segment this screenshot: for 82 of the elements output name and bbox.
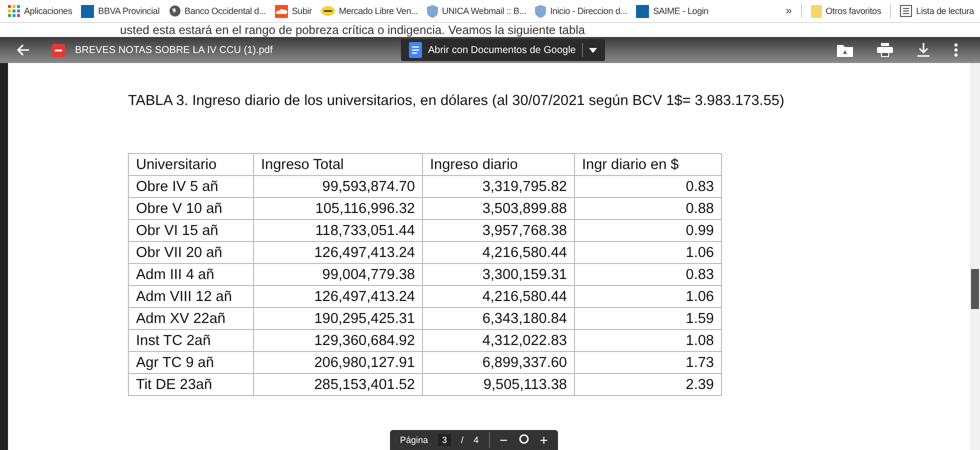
column-header: Ingreso Total bbox=[254, 154, 422, 176]
table-cell: 0.88 bbox=[574, 198, 722, 220]
table-cell: 129,360,684.92 bbox=[254, 330, 422, 352]
table-cell: 99,593,874.70 bbox=[254, 176, 422, 198]
page-separator: / bbox=[461, 435, 464, 445]
bookmark-link[interactable]: BBVA Provincial bbox=[81, 4, 160, 18]
table-cell: 1.73 bbox=[574, 352, 722, 374]
apps-grid-icon bbox=[8, 5, 20, 17]
table-cell: Adm VIII 12 añ bbox=[128, 286, 254, 308]
caret-icon bbox=[588, 48, 597, 52]
print-icon[interactable] bbox=[877, 43, 893, 57]
table-cell: Obre V 10 añ bbox=[128, 198, 254, 220]
table-cell: 2.39 bbox=[574, 374, 722, 396]
table-cell: 4,216,580.44 bbox=[422, 286, 574, 308]
bookmark-link[interactable]: Aplicaciones bbox=[8, 5, 72, 17]
more-bookmarks-button[interactable]: » bbox=[786, 5, 792, 17]
table-cell: 126,497,413.24 bbox=[254, 286, 422, 308]
table-cell: 118,733,051.44 bbox=[254, 220, 422, 242]
table-cell: 6,343,180.84 bbox=[422, 308, 574, 330]
page-total: 4 bbox=[474, 435, 479, 445]
table-cell: 4,216,580.44 bbox=[422, 242, 574, 264]
table-cell: 1.06 bbox=[574, 286, 722, 308]
table-cell: 9,505,113.38 bbox=[422, 374, 574, 396]
table-cell: Agr TC 9 añ bbox=[128, 352, 254, 374]
reading-list-button[interactable]: Lista de lectura bbox=[900, 5, 974, 17]
bookmark-link[interactable]: Subir bbox=[274, 4, 312, 18]
table-cell: 190,295,425.31 bbox=[254, 308, 422, 330]
bookmark-link[interactable]: SAIME - Login bbox=[636, 4, 708, 18]
back-arrow-icon[interactable] bbox=[16, 43, 30, 57]
zoom-out-button[interactable]: − bbox=[500, 432, 508, 448]
table-cell: 0.83 bbox=[574, 176, 722, 198]
table-cell: 0.83 bbox=[574, 264, 722, 286]
folder-icon bbox=[810, 4, 822, 18]
table-cell: 126,497,413.24 bbox=[254, 242, 422, 264]
square-logo-icon bbox=[81, 4, 94, 18]
download-icon[interactable] bbox=[917, 43, 930, 57]
table-cell: Obr VI 15 añ bbox=[128, 220, 254, 242]
column-header: Universitario bbox=[128, 154, 254, 176]
folder-icon[interactable] bbox=[837, 44, 853, 56]
table-cell: 4,312,022.83 bbox=[422, 330, 574, 352]
globe-icon bbox=[168, 5, 181, 17]
document-icon bbox=[409, 42, 422, 58]
open-with-docs-button[interactable]: Abrir con Documentos de Google bbox=[401, 39, 605, 61]
more-options-icon[interactable] bbox=[954, 43, 958, 57]
bookmark-folder[interactable]: Otros favoritos bbox=[810, 4, 882, 18]
table-cell: Inst TC 2añ bbox=[128, 330, 254, 352]
shield-icon bbox=[535, 4, 546, 18]
bookmark-link[interactable]: UNICA Webmail :: B... bbox=[426, 4, 526, 18]
table-cell: Tit DE 23añ bbox=[128, 374, 254, 396]
table-cell: 285,153,401.52 bbox=[254, 374, 422, 396]
table-cell: 3,503,899.88 bbox=[422, 198, 574, 220]
table-cell: 99,004,779.38 bbox=[254, 264, 422, 286]
page-number-field[interactable]: 3 bbox=[438, 434, 452, 446]
table-cell: 1.06 bbox=[574, 242, 722, 264]
table-cell: 1.08 bbox=[574, 330, 722, 352]
bookmark-link[interactable]: Inicio - Direccion d... bbox=[535, 4, 628, 18]
table-cell: 6,899,337.60 bbox=[422, 352, 574, 374]
file-name: BREVES NOTAS SOBRE LA IV CCU (1).pdf bbox=[75, 44, 274, 56]
square-logo-icon bbox=[636, 4, 650, 18]
table-caption: TABLA 3. Ingreso diario de los universitarios, en dólares (al 30/07/2021 según BCV 1$= 3.983.173.55) bbox=[128, 93, 786, 109]
table-cell: 3,300,159.31 bbox=[422, 264, 574, 286]
table-cell: 206,980,127.91 bbox=[254, 352, 422, 374]
shield-icon bbox=[426, 4, 438, 18]
bookmark-link[interactable]: Mercado Libre Ven... bbox=[320, 6, 418, 16]
table-cell: 3,319,795.82 bbox=[422, 176, 574, 198]
column-header: Ingreso diario bbox=[422, 154, 574, 176]
bookmark-link[interactable]: Banco Occidental d... bbox=[168, 5, 266, 17]
table-cell: Obr VII 20 añ bbox=[128, 242, 254, 264]
table-cell: Obre IV 5 añ bbox=[128, 176, 254, 198]
table-cell: 105,116,996.32 bbox=[254, 198, 422, 220]
document-text: usted esta estará en el rango de pobreza crítica o indigencia. Veamos la siguiente tabla bbox=[120, 23, 585, 37]
scrollbar[interactable] bbox=[970, 63, 980, 450]
table-cell: Adm III 4 añ bbox=[128, 264, 254, 286]
cloud-icon bbox=[274, 4, 288, 18]
table-cell: 0.99 bbox=[574, 220, 722, 242]
page-label: Página bbox=[400, 435, 428, 445]
column-header: Ingr diario en $ bbox=[574, 154, 722, 176]
zoom-in-button[interactable]: + bbox=[540, 432, 548, 448]
reading-list-icon bbox=[900, 5, 912, 17]
table-cell: Adm XV 22añ bbox=[128, 308, 254, 330]
table-cell: 1.59 bbox=[574, 308, 722, 330]
table-cell: 3,957,768.38 bbox=[422, 220, 574, 242]
